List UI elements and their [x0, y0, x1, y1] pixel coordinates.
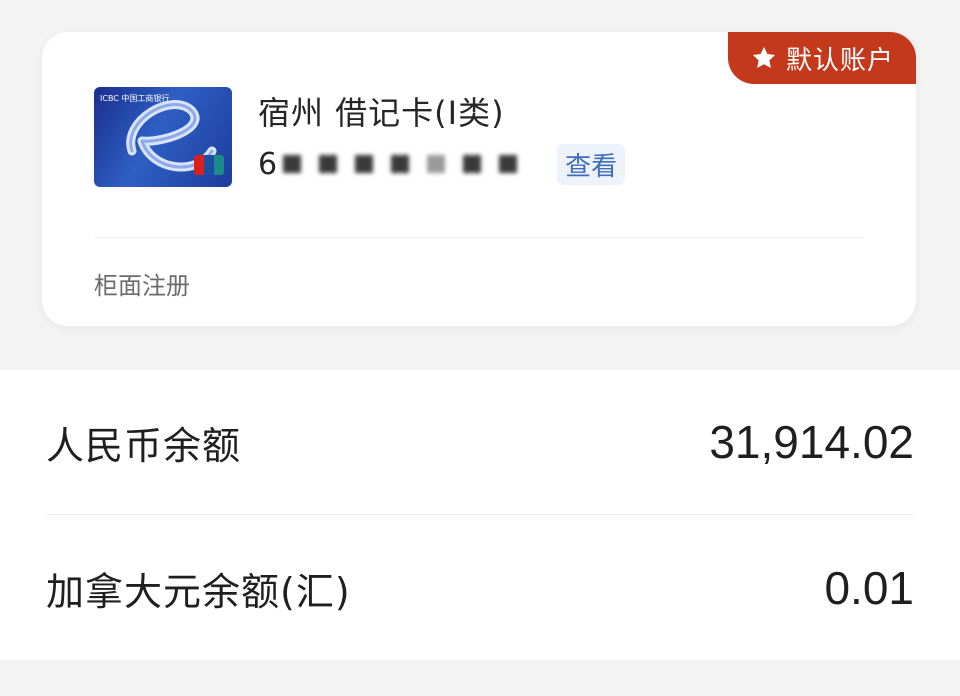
default-account-badge: 默认账户: [727, 32, 916, 84]
balance-label: 人民币余额: [46, 423, 242, 468]
mask-block: [499, 155, 518, 173]
view-account-number-button[interactable]: 查看: [557, 143, 626, 185]
account-number-row: 6 查看: [258, 143, 626, 185]
default-badge-label: 默认账户: [785, 45, 894, 76]
mask-block: [463, 155, 482, 173]
star-icon: [752, 46, 776, 69]
mask-block: [391, 155, 410, 173]
mask-block: [319, 155, 338, 173]
unionpay-logo-icon: [194, 155, 224, 175]
mask-block: [427, 155, 446, 173]
card-divider: [94, 237, 864, 238]
balance-value: 31,914.02: [709, 416, 914, 468]
balance-row-cny[interactable]: 人民币余额 31,914.02: [46, 370, 914, 514]
balance-row-cad[interactable]: 加拿大元余额(汇) 0.01: [46, 516, 914, 660]
register-note: 柜面注册: [94, 272, 190, 300]
mask-block: [355, 155, 374, 173]
balances-panel: 人民币余额 31,914.02 加拿大元余额(汇) 0.01: [0, 370, 960, 660]
balance-label: 加拿大元余额(汇): [46, 569, 351, 614]
account-number-prefix: 6: [258, 146, 278, 182]
mask-block: [283, 155, 302, 173]
bank-card-image: ICBC 中国工商银行: [94, 87, 232, 187]
account-name: 宿州 借记卡(Ⅰ类): [258, 94, 505, 132]
balance-value: 0.01: [824, 562, 914, 614]
balance-divider: [46, 514, 914, 515]
bank-mark: ICBC 中国工商银行: [100, 94, 170, 103]
account-card[interactable]: 默认账户 ICBC 中国工商银行 宿州 借记卡(Ⅰ类) 6 查看 柜面注册: [42, 32, 916, 326]
masked-account-number: [283, 155, 518, 173]
